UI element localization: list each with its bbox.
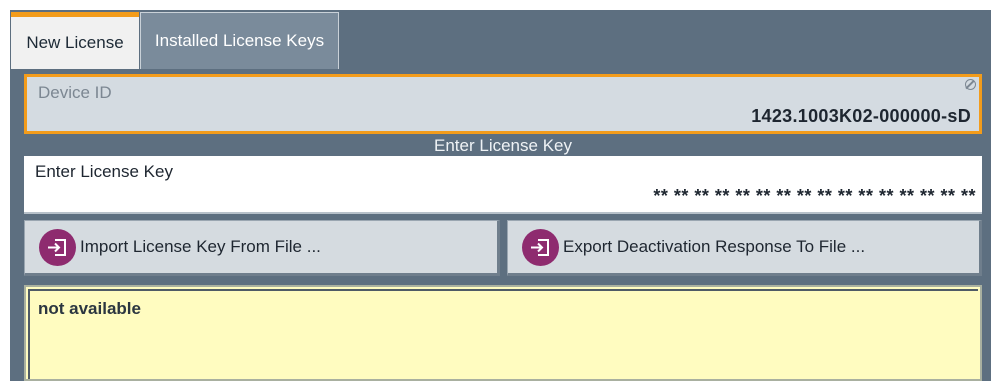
license-dialog: New License Installed License Keys Devic…	[10, 10, 991, 381]
device-id-label: Device ID	[38, 83, 112, 102]
export-file-icon	[522, 228, 559, 266]
license-key-field[interactable]: Enter License Key ** ** ** ** ** ** ** *…	[24, 156, 982, 214]
tab-label: Installed License Keys	[154, 31, 325, 50]
message-area: not available	[24, 285, 982, 381]
lock-icon	[965, 79, 976, 90]
message-text: not available	[38, 299, 141, 318]
tab-label: New License	[26, 33, 124, 52]
license-key-label: Enter License Key	[35, 162, 173, 181]
license-key-value: ** ** ** ** ** ** ** ** ** ** ** ** ** *…	[653, 186, 976, 206]
tab-bar: New License Installed License Keys	[10, 10, 991, 70]
tab-content: Device ID 1423.1003K02-000000-sD Enter L…	[10, 70, 991, 381]
message-inner: not available	[28, 289, 978, 379]
tab-installed-license-keys[interactable]: Installed License Keys	[140, 12, 339, 69]
tab-new-license[interactable]: New License	[11, 12, 139, 69]
export-button-label: Export Deactivation Response To File ...	[563, 237, 866, 256]
device-id-value: 1423.1003K02-000000-sD	[751, 106, 971, 126]
section-header: Enter License Key	[24, 135, 982, 156]
import-license-key-button[interactable]: Import License Key From File ...	[24, 220, 500, 276]
export-deactivation-response-button[interactable]: Export Deactivation Response To File ...	[507, 220, 982, 276]
device-id-field[interactable]: Device ID 1423.1003K02-000000-sD	[24, 74, 982, 134]
import-button-label: Import License Key From File ...	[80, 237, 321, 256]
import-file-icon	[39, 228, 76, 266]
